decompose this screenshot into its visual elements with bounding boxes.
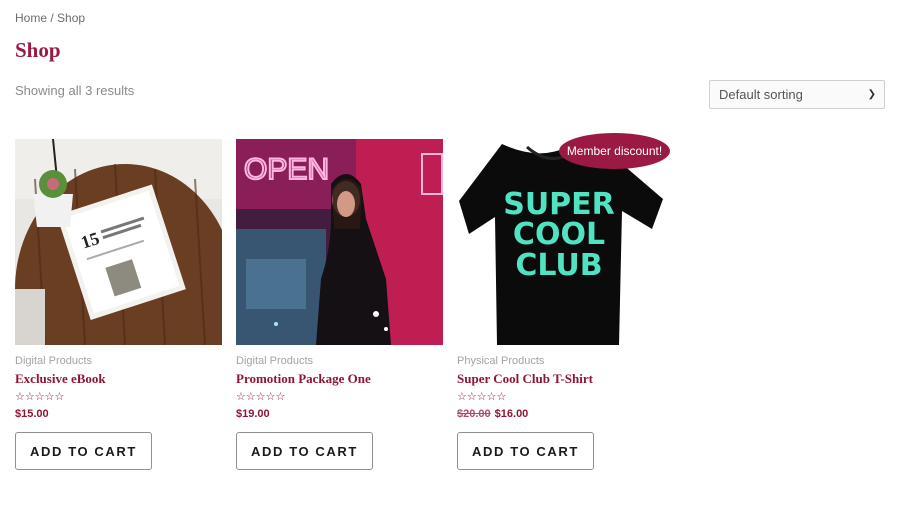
- product-card: 15 Digital Products Exclusive eBook ☆☆☆☆…: [15, 139, 222, 470]
- breadcrumb-separator: /: [47, 11, 58, 25]
- product-image-tshirt[interactable]: SUPER COOL CLUB: [457, 139, 664, 345]
- breadcrumb: Home / Shop: [15, 11, 85, 25]
- photo-neon-sign: OPEN: [244, 153, 329, 186]
- sorting-selected-value: Default sorting: [719, 87, 803, 102]
- tshirt-print-line: CLUB: [515, 248, 602, 283]
- sorting-select[interactable]: Default sorting ❯: [709, 80, 885, 109]
- product-card: SUPER COOL CLUB Physical Products Super …: [457, 139, 664, 470]
- product-price: $20.00 $16.00: [457, 408, 664, 420]
- star-rating-icon: ☆☆☆☆☆: [236, 391, 286, 403]
- add-to-cart-button[interactable]: ADD TO CART: [457, 432, 594, 470]
- product-title[interactable]: Super Cool Club T-Shirt: [457, 371, 664, 387]
- star-rating-icon: ☆☆☆☆☆: [15, 391, 65, 403]
- product-card: OPEN Digital Products Promotion Package …: [236, 139, 443, 470]
- product-category[interactable]: Digital Products: [15, 355, 222, 367]
- product-title[interactable]: Promotion Package One: [236, 371, 443, 387]
- price-current: $15.00: [15, 408, 49, 420]
- star-rating-icon: ☆☆☆☆☆: [457, 391, 507, 403]
- price-current: $16.00: [494, 408, 529, 420]
- breadcrumb-home-link[interactable]: Home: [15, 11, 47, 25]
- product-price: $15.00: [15, 408, 222, 420]
- price-original: $20.00: [457, 408, 491, 420]
- add-to-cart-button[interactable]: ADD TO CART: [236, 432, 373, 470]
- product-title[interactable]: Exclusive eBook: [15, 371, 222, 387]
- result-count: Showing all 3 results: [15, 83, 135, 98]
- add-to-cart-button[interactable]: ADD TO CART: [15, 432, 152, 470]
- tshirt-print-line: COOL: [513, 217, 605, 252]
- chevron-down-icon: ❯: [867, 89, 876, 100]
- product-image-promotion[interactable]: OPEN: [236, 139, 443, 345]
- product-price: $19.00: [236, 408, 443, 420]
- breadcrumb-current: Shop: [57, 11, 86, 25]
- page-title: Shop: [15, 38, 61, 62]
- product-category[interactable]: Physical Products: [457, 355, 664, 367]
- product-image-ebook[interactable]: 15: [15, 139, 222, 345]
- price-current: $19.00: [236, 408, 270, 420]
- product-category[interactable]: Digital Products: [236, 355, 443, 367]
- member-discount-badge: Member discount!: [559, 133, 670, 169]
